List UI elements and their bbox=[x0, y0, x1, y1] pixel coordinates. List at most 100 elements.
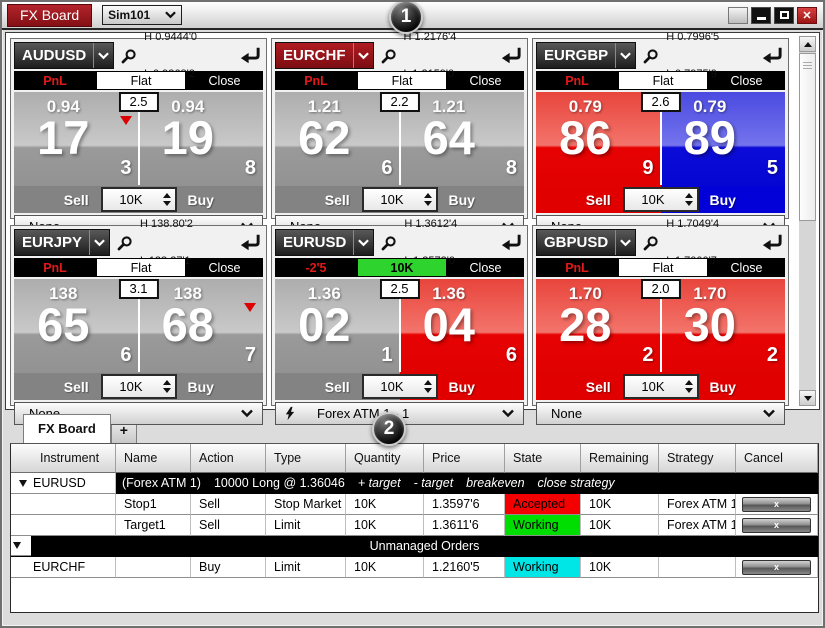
column-header-instrument[interactable]: Instrument bbox=[11, 444, 116, 473]
pnl-button[interactable]: -2'5 bbox=[275, 258, 357, 277]
minimize-button[interactable] bbox=[751, 7, 771, 24]
buy-pip: 7 bbox=[245, 344, 256, 367]
sell-pip: 3 bbox=[120, 157, 131, 180]
position-button[interactable]: Flat bbox=[618, 258, 708, 277]
column-header-action[interactable]: Action bbox=[191, 444, 266, 473]
column-header-name[interactable]: Name bbox=[116, 444, 191, 473]
spin-up-icon[interactable] bbox=[163, 380, 171, 385]
pnl-button[interactable]: PnL bbox=[536, 71, 618, 90]
column-header-type[interactable]: Type bbox=[266, 444, 346, 473]
pair-selector[interactable]: EURUSD bbox=[275, 229, 374, 256]
chevron-down-icon[interactable] bbox=[615, 43, 635, 68]
scrollbar-thumb[interactable] bbox=[799, 53, 816, 221]
position-button[interactable]: Flat bbox=[96, 71, 186, 90]
position-button[interactable]: Flat bbox=[618, 71, 708, 90]
chevron-down-icon[interactable] bbox=[89, 230, 109, 255]
swap-instrument-icon[interactable] bbox=[239, 233, 260, 252]
scrollbar-grip bbox=[803, 62, 812, 69]
close-button[interactable]: ✕ bbox=[797, 7, 817, 24]
maximize-button[interactable] bbox=[774, 7, 794, 24]
search-icon[interactable] bbox=[121, 48, 137, 64]
chevron-down-icon[interactable] bbox=[353, 230, 373, 255]
spin-down-icon[interactable] bbox=[424, 388, 432, 393]
quantity-stepper[interactable]: 10K bbox=[362, 187, 438, 212]
pair-selector[interactable]: GBPUSD bbox=[536, 229, 636, 256]
quantity-stepper[interactable]: 10K bbox=[362, 374, 438, 399]
column-header-strategy[interactable]: Strategy bbox=[659, 444, 736, 473]
chevron-down-icon[interactable] bbox=[93, 43, 113, 68]
close-strategy-link[interactable]: close strategy bbox=[538, 476, 615, 490]
pnl-button[interactable]: PnL bbox=[14, 71, 96, 90]
fx-tile-audusd: AUDUSD H 0.9444'0 L 0.9368'2 PnL Flat Cl… bbox=[10, 38, 267, 219]
close-position-button[interactable]: Close bbox=[186, 258, 263, 277]
quantity-stepper[interactable]: 10K bbox=[101, 374, 177, 399]
spin-down-icon[interactable] bbox=[163, 388, 171, 393]
spin-down-icon[interactable] bbox=[163, 201, 171, 206]
minus-target-link[interactable]: - target bbox=[414, 476, 454, 490]
pair-selector[interactable]: EURCHF bbox=[275, 42, 374, 69]
collapse-triangle-icon[interactable] bbox=[13, 542, 21, 549]
swap-instrument-icon[interactable] bbox=[239, 46, 260, 65]
buy-price: 89 bbox=[663, 114, 758, 161]
column-header-cancel[interactable]: Cancel bbox=[736, 444, 818, 473]
cancel-order-button[interactable]: x bbox=[742, 497, 811, 512]
pair-selector[interactable]: AUDUSD bbox=[14, 42, 114, 69]
column-header-state[interactable]: State bbox=[505, 444, 581, 473]
quantity-cell: 10K bbox=[346, 494, 424, 515]
quantity-stepper[interactable]: 10K bbox=[101, 187, 177, 212]
window-controls: ✕ bbox=[728, 7, 817, 24]
spin-up-icon[interactable] bbox=[424, 380, 432, 385]
chevron-down-icon[interactable] bbox=[353, 43, 373, 68]
pnl-button[interactable]: PnL bbox=[14, 258, 96, 277]
close-position-button[interactable]: Close bbox=[447, 71, 524, 90]
close-position-button[interactable]: Close bbox=[186, 71, 263, 90]
pair-selector[interactable]: EURJPY bbox=[14, 229, 110, 256]
search-icon[interactable] bbox=[643, 48, 659, 64]
spin-up-icon[interactable] bbox=[685, 380, 693, 385]
window-extra-button[interactable] bbox=[728, 7, 748, 24]
search-icon[interactable] bbox=[381, 48, 397, 64]
spin-up-icon[interactable] bbox=[685, 193, 693, 198]
price-divider bbox=[399, 297, 401, 372]
position-button[interactable]: 10K bbox=[357, 258, 447, 277]
pnl-button[interactable]: PnL bbox=[275, 71, 357, 90]
spin-down-icon[interactable] bbox=[685, 388, 693, 393]
price-divider bbox=[138, 110, 140, 185]
close-position-button[interactable]: Close bbox=[708, 258, 785, 277]
price-ladder: 0.94 17 3 Sell 0.94 19 8 Buy 2.5 10K bbox=[14, 92, 263, 213]
scroll-down-button[interactable] bbox=[799, 390, 816, 406]
swap-instrument-icon[interactable] bbox=[500, 233, 521, 252]
chevron-down-icon[interactable] bbox=[615, 230, 635, 255]
position-button[interactable]: Flat bbox=[96, 258, 186, 277]
swap-instrument-icon[interactable] bbox=[500, 46, 521, 65]
cancel-order-button[interactable]: x bbox=[742, 518, 811, 533]
breakeven-link[interactable]: breakeven bbox=[466, 476, 524, 490]
search-icon[interactable] bbox=[643, 235, 659, 251]
pnl-button[interactable]: PnL bbox=[536, 258, 618, 277]
spin-down-icon[interactable] bbox=[685, 201, 693, 206]
column-header-quantity[interactable]: Quantity bbox=[346, 444, 424, 473]
close-position-button[interactable]: Close bbox=[708, 71, 785, 90]
column-header-remaining[interactable]: Remaining bbox=[581, 444, 659, 473]
strategy-selector[interactable]: None bbox=[536, 402, 785, 425]
swap-instrument-icon[interactable] bbox=[761, 233, 782, 252]
search-icon[interactable] bbox=[117, 235, 133, 251]
quantity-stepper[interactable]: 10K bbox=[623, 374, 699, 399]
quantity-stepper[interactable]: 10K bbox=[623, 187, 699, 212]
scroll-up-button[interactable] bbox=[799, 36, 816, 52]
plus-target-link[interactable]: + target bbox=[358, 476, 401, 490]
swap-instrument-icon[interactable] bbox=[761, 46, 782, 65]
spin-up-icon[interactable] bbox=[163, 193, 171, 198]
tab-fx-board[interactable]: FX Board bbox=[23, 414, 111, 443]
price-divider bbox=[138, 297, 140, 372]
search-icon[interactable] bbox=[381, 235, 397, 251]
close-position-button[interactable]: Close bbox=[447, 258, 524, 277]
cancel-order-button[interactable]: x bbox=[742, 560, 811, 575]
spin-down-icon[interactable] bbox=[424, 201, 432, 206]
vertical-scrollbar[interactable] bbox=[799, 36, 816, 406]
column-header-price[interactable]: Price bbox=[424, 444, 505, 473]
position-button[interactable]: Flat bbox=[357, 71, 447, 90]
spin-up-icon[interactable] bbox=[424, 193, 432, 198]
pair-selector[interactable]: EURGBP bbox=[536, 42, 636, 69]
collapse-triangle-icon[interactable] bbox=[19, 480, 27, 487]
